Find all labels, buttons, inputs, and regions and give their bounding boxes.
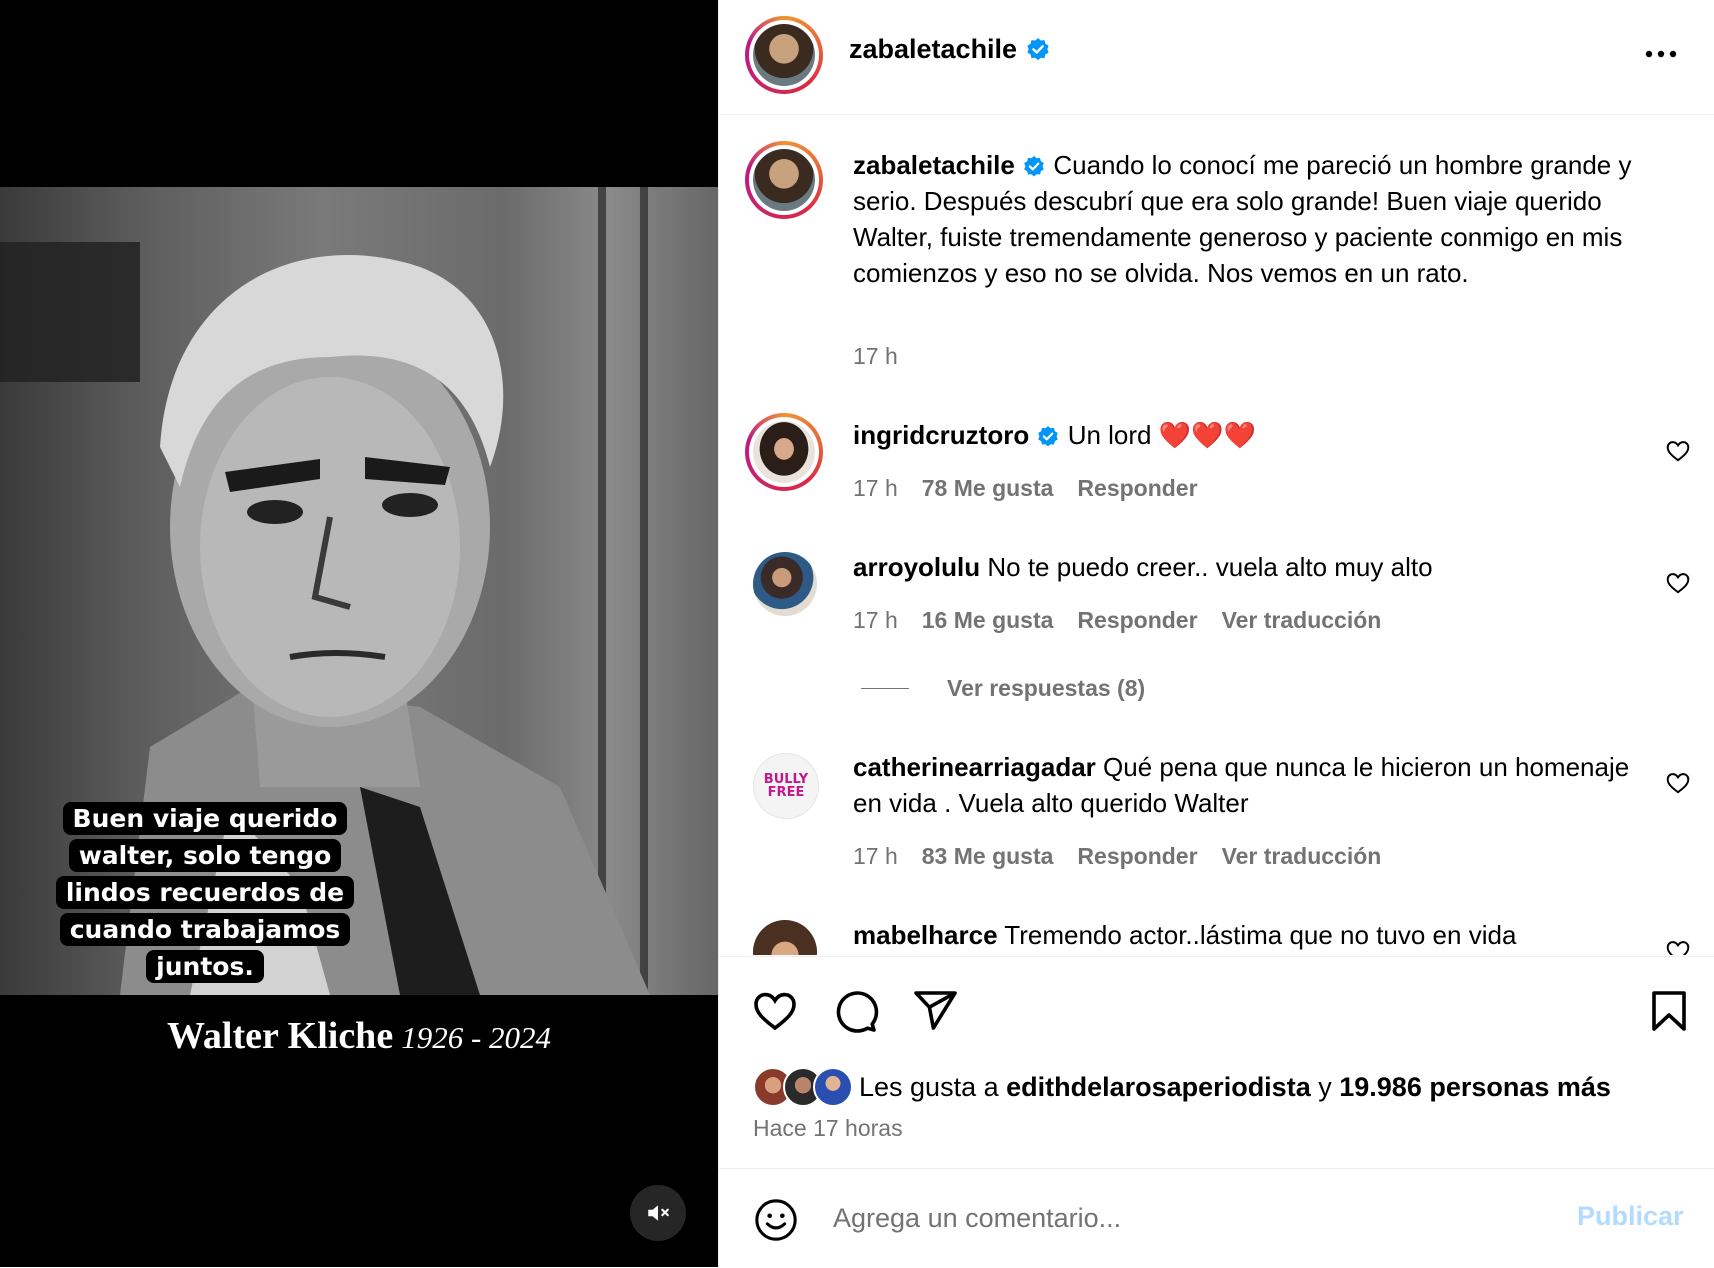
view-replies-button[interactable]: Ver respuestas (8) (861, 675, 1145, 702)
heart-icon[interactable] (1665, 438, 1691, 464)
heart-icon[interactable] (1665, 570, 1691, 596)
commenter-avatar[interactable] (753, 920, 817, 955)
heart-icon[interactable] (1665, 770, 1691, 796)
bookmark-icon[interactable] (1645, 987, 1693, 1035)
liker-username[interactable]: edithdelarosaperiodista (1006, 1072, 1311, 1103)
liker-avatars[interactable] (753, 1067, 853, 1107)
likes-connector: y (1318, 1071, 1332, 1102)
comment-likes[interactable]: 78 Me gusta (922, 475, 1054, 502)
comment-bubble-icon[interactable] (831, 987, 879, 1035)
post-panel: zabaletachile zabaletachile Cuando lo co… (718, 0, 1714, 1267)
comment-username[interactable]: arroyolulu (853, 552, 980, 582)
subtitle-text: Buen viaje querido walter, solo tengo li… (55, 802, 355, 983)
avatar-logo-text: BULLY FREE (763, 772, 809, 800)
see-translation-button[interactable]: Ver traducción (1222, 843, 1382, 870)
comment-text: Tremendo actor..lástima que no tuvo en v… (1004, 920, 1517, 950)
comment-meta: 17 h 83 Me gusta Responder Ver traducció… (853, 843, 1381, 870)
caption-years: 1926 - 2024 (401, 1020, 552, 1055)
verified-badge-icon (1024, 156, 1044, 177)
likes-summary: Les gusta a edithdelarosaperiodista y 19… (753, 1067, 1611, 1107)
caption-author-avatar[interactable] (745, 141, 823, 219)
author-username[interactable]: zabaletachile (849, 34, 1051, 65)
comment-meta: 17 h 16 Me gusta Responder Ver traducció… (853, 607, 1381, 634)
emoji-icon[interactable] (753, 1197, 799, 1243)
comment-text-block: mabelharce Tremendo actor..lástima que n… (853, 917, 1643, 953)
video-caption: Walter Kliche 1926 - 2024 (0, 1014, 718, 1058)
mute-button[interactable] (630, 1185, 686, 1241)
send-icon[interactable] (911, 987, 959, 1035)
caption-meta: 17 h (853, 343, 898, 370)
comment-text-block: catherinearriagadar Qué pena que nunca l… (853, 749, 1643, 821)
commenter-avatar[interactable] (745, 413, 823, 491)
reply-button[interactable]: Responder (1077, 843, 1197, 870)
view-replies-label[interactable]: Ver respuestas (8) (947, 675, 1145, 702)
post-time[interactable]: Hace 17 horas (753, 1115, 903, 1142)
comment-username[interactable]: mabelharce (853, 920, 998, 950)
see-translation-button[interactable]: Ver traducción (1222, 607, 1382, 634)
commenter-avatar[interactable] (753, 552, 817, 616)
caption-time: 17 h (853, 343, 898, 369)
add-comment-bar: Publicar (719, 1168, 1714, 1268)
verified-badge-icon (1038, 426, 1059, 447)
reply-button[interactable]: Responder (1077, 607, 1197, 634)
comment-time: 17 h (853, 607, 898, 633)
post-actions: Les gusta a edithdelarosaperiodista y 19… (719, 956, 1714, 1169)
comment-meta: 17 h 78 Me gusta Responder (853, 475, 1198, 502)
comment-username[interactable]: ingridcruztoro (853, 420, 1029, 450)
more-horizontal-icon[interactable] (1641, 36, 1681, 72)
comment-text: Un lord ❤️❤️❤️ (1067, 420, 1256, 450)
commenter-avatar[interactable]: BULLY FREE (753, 753, 819, 819)
comment-username[interactable]: catherinearriagadar (853, 752, 1096, 782)
comment-likes[interactable]: 16 Me gusta (922, 607, 1054, 634)
heart-icon[interactable] (1665, 938, 1691, 955)
speaker-muted-icon (648, 1205, 669, 1221)
video-subtitle: Buen viaje querido walter, solo tengo li… (36, 800, 374, 985)
comment-time: 17 h (853, 843, 898, 869)
comment-likes[interactable]: 83 Me gusta (922, 843, 1054, 870)
comment-text-block: ingridcruztoro Un lord ❤️❤️❤️ (853, 417, 1643, 453)
caption-text-block: zabaletachile Cuando lo conocí me pareci… (853, 147, 1643, 291)
author-username-text[interactable]: zabaletachile (849, 34, 1017, 65)
video-player[interactable]: Buen viaje querido walter, solo tengo li… (0, 0, 718, 1267)
comment-text: No te puedo creer.. vuela alto muy alto (987, 552, 1433, 582)
likes-others[interactable]: 19.986 personas más (1339, 1072, 1611, 1103)
comment-text-block: arroyolulu No te puedo creer.. vuela alt… (853, 549, 1643, 585)
caption-username[interactable]: zabaletachile (853, 150, 1015, 180)
comments-list[interactable]: zabaletachile Cuando lo conocí me pareci… (719, 115, 1714, 955)
comment-input[interactable] (831, 1197, 1535, 1239)
replies-divider (861, 688, 909, 689)
verified-badge-icon (1027, 37, 1049, 60)
reply-button[interactable]: Responder (1077, 475, 1197, 502)
heart-icon[interactable] (751, 987, 799, 1035)
author-avatar[interactable] (745, 16, 823, 94)
caption-name: Walter Kliche (166, 1015, 394, 1057)
publish-button[interactable]: Publicar (1577, 1201, 1684, 1232)
comment-time: 17 h (853, 475, 898, 501)
likes-prefix: Les gusta a (859, 1071, 999, 1102)
post-header: zabaletachile (719, 0, 1714, 115)
